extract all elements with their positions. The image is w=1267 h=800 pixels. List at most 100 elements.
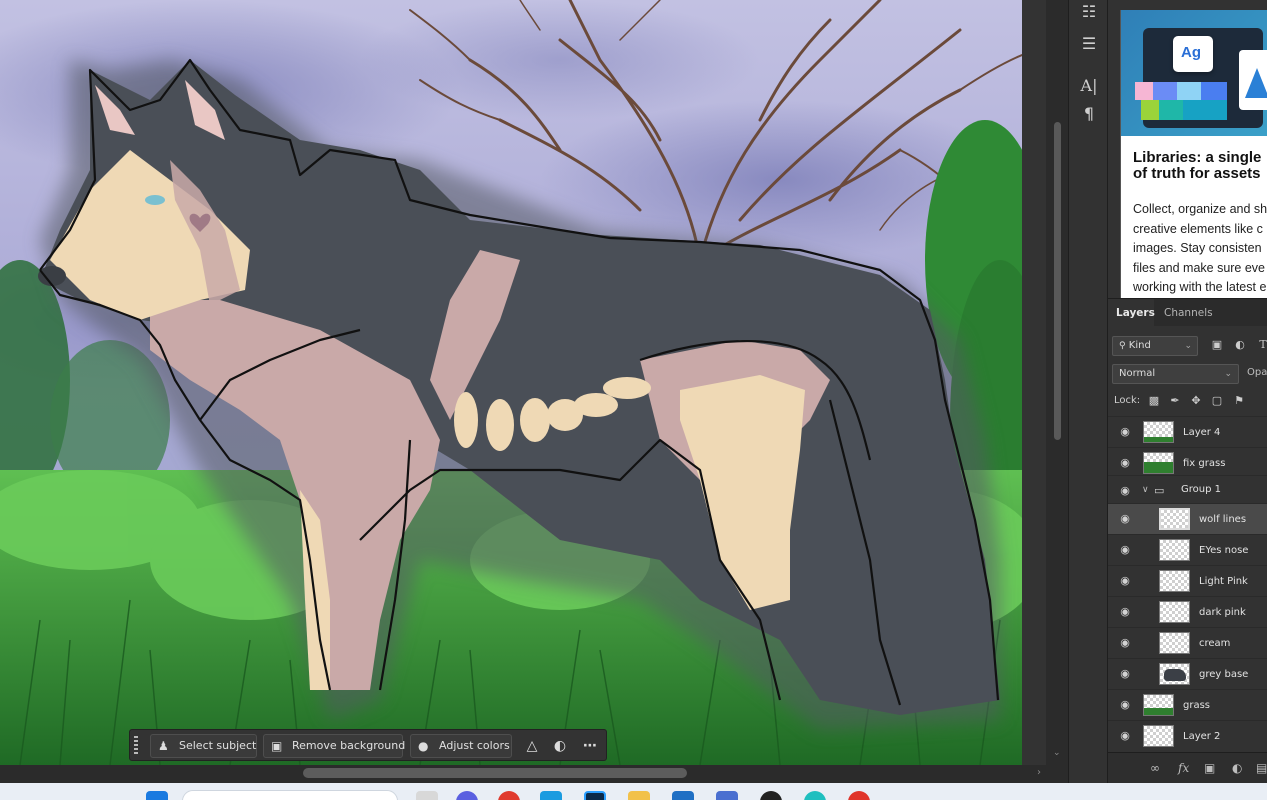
visibility-eye-icon[interactable]: ◉ [1117, 425, 1133, 439]
paragraph-styles-icon[interactable]: ☰ [1077, 32, 1101, 56]
lock-transparent-icon[interactable]: ▩ [1147, 392, 1161, 410]
lock-paint-icon[interactable]: ✒ [1168, 392, 1182, 410]
visibility-eye-icon[interactable]: ◉ [1117, 729, 1133, 743]
expand-chevron-icon[interactable]: ∨ [1142, 485, 1149, 495]
tab-channels[interactable]: Channels [1156, 299, 1221, 327]
layer-row[interactable]: ◉ Layer 2 [1108, 720, 1267, 751]
panel-icon-strip: ☷ ☰ A| ¶ [1068, 0, 1108, 783]
app-icon[interactable] [760, 791, 782, 800]
adjust-colors-button[interactable]: ● Adjust colors [410, 734, 512, 758]
visibility-eye-icon[interactable]: ◉ [1117, 543, 1133, 557]
layer-row[interactable]: ◉ grey base [1108, 658, 1267, 689]
visibility-eye-icon[interactable]: ◉ [1117, 484, 1133, 498]
filter-kind-select[interactable]: ⚲ Kind ⌄ [1112, 336, 1198, 356]
vertical-scrollbar[interactable]: ⌄ [1046, 0, 1068, 765]
chevron-down-icon: ⌄ [1224, 369, 1232, 379]
select-subject-button[interactable]: ♟ Select subject [150, 734, 257, 758]
layer-name: wolf lines [1199, 514, 1247, 525]
libraries-illustration: Ag [1121, 10, 1267, 136]
app-icon[interactable] [848, 791, 870, 800]
scroll-right-icon[interactable]: › [1037, 767, 1041, 778]
start-icon[interactable] [146, 791, 168, 800]
layer-row[interactable]: ◉ cream [1108, 627, 1267, 658]
taskbar-search[interactable] [182, 790, 398, 800]
document-canvas[interactable] [0, 0, 1022, 765]
visibility-eye-icon[interactable]: ◉ [1117, 698, 1133, 712]
adjustment-filter-icon[interactable]: ◐ [1233, 338, 1247, 352]
lock-artboard-icon[interactable]: ▢ [1210, 392, 1224, 410]
horizontal-scrollbar[interactable]: › [0, 765, 1068, 783]
lock-label: Lock: [1114, 395, 1141, 406]
layer-row[interactable]: ◉ wolf lines [1108, 503, 1267, 534]
layer-row[interactable]: ◉ dark pink [1108, 596, 1267, 627]
app-icon[interactable] [456, 791, 478, 800]
layer-thumbnail [1143, 452, 1174, 474]
scroll-down-icon[interactable]: ⌄ [1053, 748, 1061, 758]
layer-name: Layer 4 [1183, 427, 1221, 438]
scroll-thumb[interactable] [1054, 122, 1061, 440]
layer-row[interactable]: ◉ Layer 4 [1108, 416, 1267, 447]
visibility-eye-icon[interactable]: ◉ [1117, 456, 1133, 470]
layer-thumbnail [1143, 421, 1174, 443]
properties-icon[interactable]: ☷ [1077, 0, 1101, 24]
lock-position-icon[interactable]: ✥ [1189, 392, 1203, 410]
app-icon[interactable] [804, 791, 826, 800]
windows-taskbar [0, 783, 1267, 800]
visibility-eye-icon[interactable]: ◉ [1117, 636, 1133, 650]
blend-mode-select[interactable]: Normal ⌄ [1112, 364, 1239, 384]
lock-all-icon[interactable]: ⚑ [1232, 392, 1246, 410]
canvas-pasteboard [1022, 0, 1046, 765]
layer-row[interactable]: ◉ fix grass [1108, 447, 1267, 478]
photoshop-taskbar-icon[interactable] [584, 791, 606, 800]
pixel-filter-icon[interactable]: ▣ [1210, 338, 1224, 352]
app-icon[interactable] [540, 791, 562, 800]
paragraph-icon[interactable]: ¶ [1077, 102, 1101, 126]
more-options-icon[interactable]: ⋯ [578, 734, 602, 758]
app-icon[interactable] [498, 791, 520, 800]
new-adjustment-icon[interactable]: ◐ [1232, 761, 1242, 775]
person-select-icon: ♟ [158, 739, 169, 753]
type-filter-icon[interactable]: T [1256, 338, 1267, 352]
layer-name: Group 1 [1181, 484, 1221, 495]
visibility-eye-icon[interactable]: ◉ [1117, 512, 1133, 526]
layer-row[interactable]: ◉ grass [1108, 689, 1267, 720]
mask-icon[interactable]: ◐ [548, 734, 572, 758]
layer-thumbnail [1143, 694, 1174, 716]
layer-group-row[interactable]: ◉ ∨ ▭ Group 1 [1108, 475, 1267, 503]
chevron-down-icon: ⌄ [1184, 341, 1192, 351]
ag-badge: Ag [1181, 44, 1201, 61]
layer-name: Light Pink [1199, 576, 1248, 587]
tab-layers[interactable]: Layers [1108, 299, 1155, 327]
new-group-icon[interactable]: ▤ [1256, 761, 1267, 775]
layer-thumbnail [1143, 725, 1174, 747]
layer-name: cream [1199, 638, 1231, 649]
contextual-task-bar: ♟ Select subject ▣ Remove background ● A… [129, 729, 607, 761]
layers-tabs: Layers Channels [1108, 298, 1267, 327]
layer-thumbnail [1159, 570, 1190, 592]
layer-style-icon[interactable]: fx [1178, 761, 1189, 775]
app-icon[interactable] [672, 791, 694, 800]
visibility-eye-icon[interactable]: ◉ [1117, 667, 1133, 681]
image-icon: ▣ [271, 739, 283, 753]
add-mask-icon[interactable]: ▣ [1204, 761, 1215, 775]
layer-name: Layer 2 [1183, 731, 1221, 742]
visibility-eye-icon[interactable]: ◉ [1117, 605, 1133, 619]
drag-handle[interactable] [134, 736, 138, 756]
learn-card-title: Libraries: a single of truth for assets [1133, 149, 1262, 182]
visibility-eye-icon[interactable]: ◉ [1117, 574, 1133, 588]
layers-footer: ∞ fx ▣ ◐ ▤ [1108, 752, 1267, 783]
transform-icon[interactable]: △ [520, 734, 544, 758]
file-explorer-icon[interactable] [628, 791, 650, 800]
link-layers-icon[interactable]: ∞ [1150, 761, 1160, 775]
learn-card[interactable]: Ag Libraries: a single of truth for asse… [1120, 10, 1267, 298]
scroll-thumb[interactable] [303, 768, 687, 778]
layer-thumbnail [1159, 632, 1190, 654]
app-icon[interactable] [716, 791, 738, 800]
folder-icon: ▭ [1154, 484, 1165, 497]
lock-row: Lock: ▩ ✒ ✥ ▢ ⚑ [1114, 392, 1244, 410]
remove-background-button[interactable]: ▣ Remove background [263, 734, 405, 758]
layer-row[interactable]: ◉ EYes nose [1108, 534, 1267, 565]
layer-row[interactable]: ◉ Light Pink [1108, 565, 1267, 596]
taskview-icon[interactable] [416, 791, 438, 800]
character-icon[interactable]: A| [1077, 74, 1101, 98]
